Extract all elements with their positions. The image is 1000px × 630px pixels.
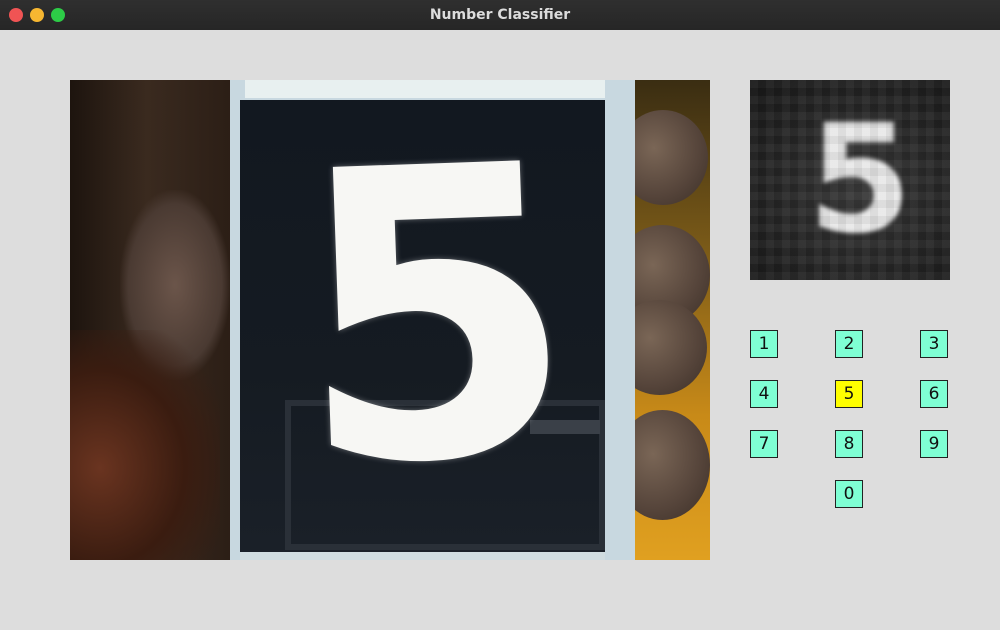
digit-button-1[interactable]: 1 — [750, 330, 778, 358]
digit-button-2[interactable]: 2 — [835, 330, 863, 358]
digit-button-7[interactable]: 7 — [750, 430, 778, 458]
digit-button-6[interactable]: 6 — [920, 380, 948, 408]
window-title: Number Classifier — [429, 7, 571, 23]
digit-button-3[interactable]: 3 — [920, 330, 948, 358]
processed-digit-preview: 5 — [750, 80, 950, 280]
digit-button-0[interactable]: 0 — [835, 480, 863, 508]
app-window: Number Classifier 5 5 1 2 3 4 5 6 7 8 9 … — [0, 0, 1000, 630]
title-bar: Number Classifier — [0, 0, 1000, 30]
digit-button-8[interactable]: 8 — [835, 430, 863, 458]
camera-digit: 5 — [287, 80, 583, 555]
camera-feed: 5 — [70, 80, 710, 560]
digit-button-5[interactable]: 5 — [835, 380, 863, 408]
digit-button-9[interactable]: 9 — [920, 430, 948, 458]
digit-button-4[interactable]: 4 — [750, 380, 778, 408]
